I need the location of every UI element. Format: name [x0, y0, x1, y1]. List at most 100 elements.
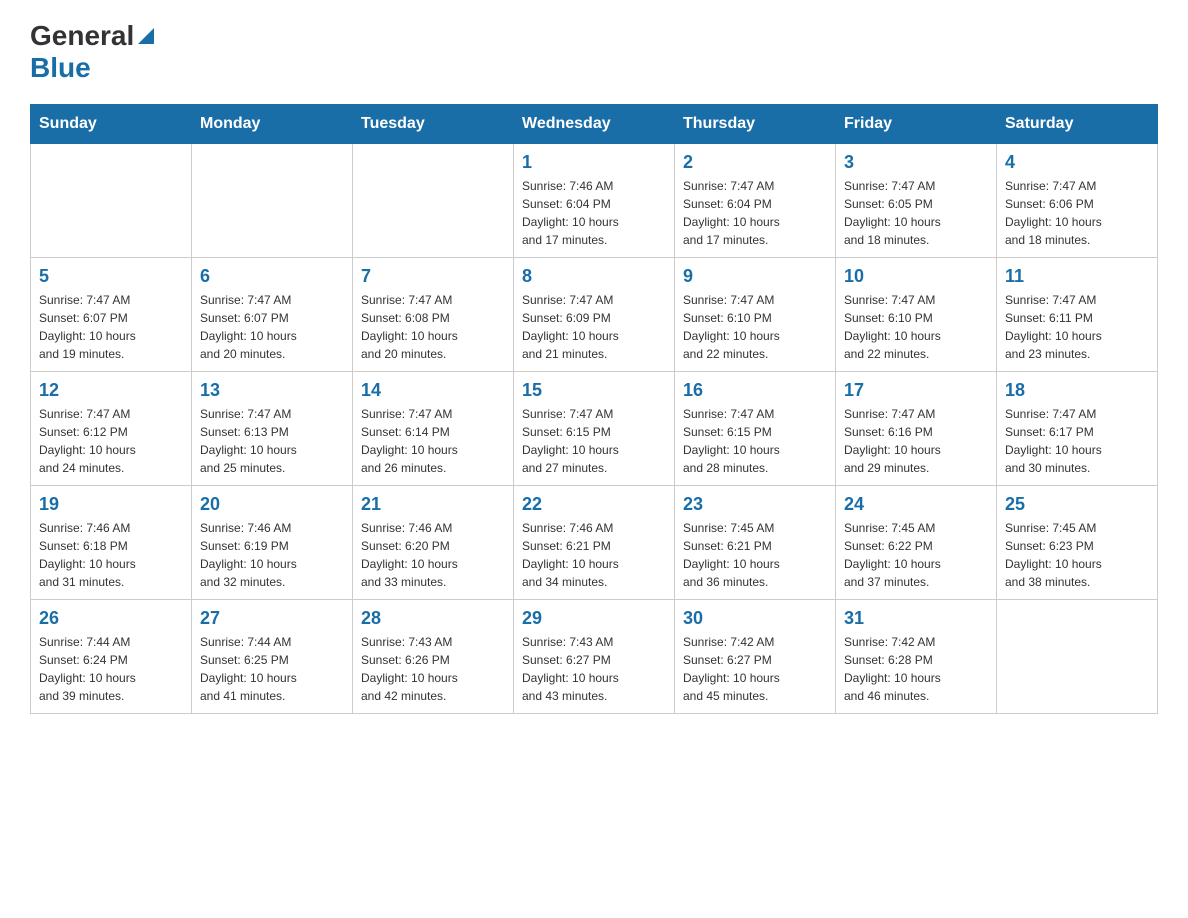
day-number: 27 [200, 608, 344, 629]
day-info: Sunrise: 7:45 AM Sunset: 6:21 PM Dayligh… [683, 519, 827, 591]
day-info: Sunrise: 7:45 AM Sunset: 6:23 PM Dayligh… [1005, 519, 1149, 591]
calendar-day-cell: 2 Sunrise: 7:47 AM Sunset: 6:04 PM Daylig… [675, 144, 836, 258]
calendar-day-cell: 19 Sunrise: 7:46 AM Sunset: 6:18 PM Dayli… [31, 486, 192, 600]
logo-blue-line: Blue [30, 52, 154, 84]
calendar-day-cell [192, 144, 353, 258]
calendar-day-cell: 21 Sunrise: 7:46 AM Sunset: 6:20 PM Dayli… [353, 486, 514, 600]
day-number: 1 [522, 152, 666, 173]
calendar-day-cell: 17Sunrise: 7:47 AM Sunset: 6:16 PM Dayli… [836, 372, 997, 486]
calendar-day-cell: 22Sunrise: 7:46 AM Sunset: 6:21 PM Dayli… [514, 486, 675, 600]
calendar-day-cell [997, 600, 1158, 714]
logo: General Blue [30, 20, 154, 84]
day-number: 8 [522, 266, 666, 287]
calendar-week-row: 5 Sunrise: 7:47 AM Sunset: 6:07 PM Daylig… [31, 258, 1158, 372]
day-header-friday: Friday [836, 105, 997, 144]
day-info: Sunrise: 7:47 AM Sunset: 6:04 PM Dayligh… [683, 177, 827, 249]
day-info: Sunrise: 7:46 AM Sunset: 6:04 PM Dayligh… [522, 177, 666, 249]
day-number: 13 [200, 380, 344, 401]
day-number: 18 [1005, 380, 1149, 401]
calendar-day-cell: 30 Sunrise: 7:42 AM Sunset: 6:27 PM Dayli… [675, 600, 836, 714]
day-number: 5 [39, 266, 183, 287]
logo-triangle-icon [138, 28, 154, 44]
day-number: 16 [683, 380, 827, 401]
day-info: Sunrise: 7:47 AM Sunset: 6:10 PM Dayligh… [844, 291, 988, 363]
calendar-week-row: 19 Sunrise: 7:46 AM Sunset: 6:18 PM Dayli… [31, 486, 1158, 600]
day-info: Sunrise: 7:44 AM Sunset: 6:24 PM Dayligh… [39, 633, 183, 705]
day-info: Sunrise: 7:46 AM Sunset: 6:19 PM Dayligh… [200, 519, 344, 591]
calendar-week-row: 12 Sunrise: 7:47 AM Sunset: 6:12 PM Dayli… [31, 372, 1158, 486]
day-info: Sunrise: 7:43 AM Sunset: 6:27 PM Dayligh… [522, 633, 666, 705]
calendar-day-cell: 26 Sunrise: 7:44 AM Sunset: 6:24 PM Dayli… [31, 600, 192, 714]
day-info: Sunrise: 7:47 AM Sunset: 6:14 PM Dayligh… [361, 405, 505, 477]
day-info: Sunrise: 7:47 AM Sunset: 6:12 PM Dayligh… [39, 405, 183, 477]
calendar-day-cell: 29Sunrise: 7:43 AM Sunset: 6:27 PM Dayli… [514, 600, 675, 714]
calendar-day-cell [31, 144, 192, 258]
day-info: Sunrise: 7:47 AM Sunset: 6:07 PM Dayligh… [39, 291, 183, 363]
day-number: 14 [361, 380, 505, 401]
logo-general: General [30, 20, 154, 52]
day-number: 6 [200, 266, 344, 287]
calendar-day-cell: 28Sunrise: 7:43 AM Sunset: 6:26 PM Dayli… [353, 600, 514, 714]
day-info: Sunrise: 7:47 AM Sunset: 6:17 PM Dayligh… [1005, 405, 1149, 477]
calendar-day-cell: 8 Sunrise: 7:47 AM Sunset: 6:09 PM Daylig… [514, 258, 675, 372]
day-number: 12 [39, 380, 183, 401]
day-number: 3 [844, 152, 988, 173]
day-number: 9 [683, 266, 827, 287]
calendar-day-cell: 23 Sunrise: 7:45 AM Sunset: 6:21 PM Dayli… [675, 486, 836, 600]
calendar-day-cell: 11 Sunrise: 7:47 AM Sunset: 6:11 PM Dayli… [997, 258, 1158, 372]
day-info: Sunrise: 7:42 AM Sunset: 6:28 PM Dayligh… [844, 633, 988, 705]
day-info: Sunrise: 7:42 AM Sunset: 6:27 PM Dayligh… [683, 633, 827, 705]
day-info: Sunrise: 7:47 AM Sunset: 6:10 PM Dayligh… [683, 291, 827, 363]
day-info: Sunrise: 7:46 AM Sunset: 6:21 PM Dayligh… [522, 519, 666, 591]
calendar-day-cell: 7Sunrise: 7:47 AM Sunset: 6:08 PM Daylig… [353, 258, 514, 372]
day-number: 28 [361, 608, 505, 629]
day-number: 26 [39, 608, 183, 629]
day-number: 24 [844, 494, 988, 515]
calendar-week-row: 26 Sunrise: 7:44 AM Sunset: 6:24 PM Dayli… [31, 600, 1158, 714]
day-header-sunday: Sunday [31, 105, 192, 144]
day-info: Sunrise: 7:47 AM Sunset: 6:06 PM Dayligh… [1005, 177, 1149, 249]
calendar-header-row: SundayMondayTuesdayWednesdayThursdayFrid… [31, 105, 1158, 144]
day-number: 31 [844, 608, 988, 629]
day-number: 10 [844, 266, 988, 287]
calendar-day-cell: 12 Sunrise: 7:47 AM Sunset: 6:12 PM Dayli… [31, 372, 192, 486]
day-info: Sunrise: 7:47 AM Sunset: 6:05 PM Dayligh… [844, 177, 988, 249]
day-info: Sunrise: 7:47 AM Sunset: 6:13 PM Dayligh… [200, 405, 344, 477]
calendar-day-cell: 4 Sunrise: 7:47 AM Sunset: 6:06 PM Daylig… [997, 144, 1158, 258]
calendar-day-cell: 1 Sunrise: 7:46 AM Sunset: 6:04 PM Daylig… [514, 144, 675, 258]
calendar-table: SundayMondayTuesdayWednesdayThursdayFrid… [30, 104, 1158, 714]
day-number: 2 [683, 152, 827, 173]
day-info: Sunrise: 7:47 AM Sunset: 6:11 PM Dayligh… [1005, 291, 1149, 363]
day-info: Sunrise: 7:47 AM Sunset: 6:09 PM Dayligh… [522, 291, 666, 363]
day-header-saturday: Saturday [997, 105, 1158, 144]
calendar-day-cell: 9 Sunrise: 7:47 AM Sunset: 6:10 PM Daylig… [675, 258, 836, 372]
day-info: Sunrise: 7:47 AM Sunset: 6:07 PM Dayligh… [200, 291, 344, 363]
calendar-day-cell: 27 Sunrise: 7:44 AM Sunset: 6:25 PM Dayli… [192, 600, 353, 714]
day-number: 23 [683, 494, 827, 515]
day-number: 21 [361, 494, 505, 515]
day-info: Sunrise: 7:45 AM Sunset: 6:22 PM Dayligh… [844, 519, 988, 591]
calendar-day-cell: 13 Sunrise: 7:47 AM Sunset: 6:13 PM Dayli… [192, 372, 353, 486]
page-header: General Blue [30, 20, 1158, 84]
calendar-day-cell: 15Sunrise: 7:47 AM Sunset: 6:15 PM Dayli… [514, 372, 675, 486]
day-info: Sunrise: 7:44 AM Sunset: 6:25 PM Dayligh… [200, 633, 344, 705]
day-header-monday: Monday [192, 105, 353, 144]
day-header-tuesday: Tuesday [353, 105, 514, 144]
calendar-day-cell: 20Sunrise: 7:46 AM Sunset: 6:19 PM Dayli… [192, 486, 353, 600]
calendar-day-cell: 24 Sunrise: 7:45 AM Sunset: 6:22 PM Dayli… [836, 486, 997, 600]
calendar-day-cell: 18 Sunrise: 7:47 AM Sunset: 6:17 PM Dayli… [997, 372, 1158, 486]
day-info: Sunrise: 7:47 AM Sunset: 6:08 PM Dayligh… [361, 291, 505, 363]
day-number: 19 [39, 494, 183, 515]
day-info: Sunrise: 7:46 AM Sunset: 6:20 PM Dayligh… [361, 519, 505, 591]
day-number: 4 [1005, 152, 1149, 173]
day-number: 11 [1005, 266, 1149, 287]
day-info: Sunrise: 7:46 AM Sunset: 6:18 PM Dayligh… [39, 519, 183, 591]
day-info: Sunrise: 7:47 AM Sunset: 6:15 PM Dayligh… [683, 405, 827, 477]
calendar-day-cell: 16 Sunrise: 7:47 AM Sunset: 6:15 PM Dayli… [675, 372, 836, 486]
day-number: 30 [683, 608, 827, 629]
calendar-week-row: 1 Sunrise: 7:46 AM Sunset: 6:04 PM Daylig… [31, 144, 1158, 258]
day-number: 25 [1005, 494, 1149, 515]
day-number: 17 [844, 380, 988, 401]
day-info: Sunrise: 7:47 AM Sunset: 6:15 PM Dayligh… [522, 405, 666, 477]
calendar-day-cell: 6 Sunrise: 7:47 AM Sunset: 6:07 PM Daylig… [192, 258, 353, 372]
